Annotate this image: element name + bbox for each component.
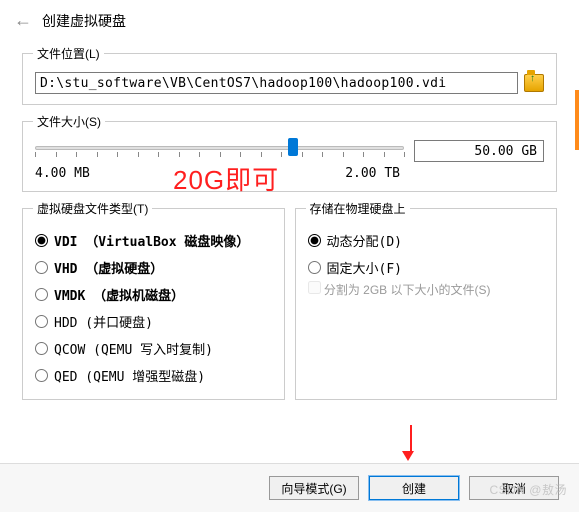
storage-label: 固定大小(F) xyxy=(327,258,402,277)
storage-radio[interactable] xyxy=(308,234,321,247)
split-label: 分割为 2GB 以下大小的文件(S) xyxy=(324,283,491,297)
back-arrow-icon[interactable]: ← xyxy=(14,10,32,31)
edge-highlight xyxy=(575,90,579,150)
disk-type-radio[interactable] xyxy=(35,342,48,355)
disk-type-group: 虚拟硬盘文件类型(T) VDI （VirtualBox 磁盘映像） VHD （虚拟… xyxy=(22,200,285,400)
storage-group: 存储在物理硬盘上 动态分配(D) 固定大小(F) 分割为 2GB 以下大小的文件(… xyxy=(295,200,558,400)
disk-type-label: VMDK （虚拟机磁盘） xyxy=(54,285,184,304)
size-max-label: 2.00 TB xyxy=(345,166,400,181)
disk-type-option[interactable]: VMDK （虚拟机磁盘） xyxy=(35,281,272,308)
disk-type-label: QED (QEMU 增强型磁盘) xyxy=(54,366,205,385)
disk-type-option[interactable]: QED (QEMU 增强型磁盘) xyxy=(35,362,272,389)
disk-type-label: VDI （VirtualBox 磁盘映像） xyxy=(54,231,249,250)
storage-radio[interactable] xyxy=(308,261,321,274)
disk-type-option[interactable]: HDD (并口硬盘) xyxy=(35,308,272,335)
disk-type-radio[interactable] xyxy=(35,234,48,247)
disk-type-label: HDD (并口硬盘) xyxy=(54,312,153,331)
disk-type-radio[interactable] xyxy=(35,288,48,301)
footer-bar: 向导模式(G) 创建 取消 xyxy=(0,463,579,512)
size-value-input[interactable] xyxy=(414,140,544,162)
disk-type-option[interactable]: VHD （虚拟硬盘） xyxy=(35,254,272,281)
disk-type-legend: 虚拟硬盘文件类型(T) xyxy=(33,200,152,217)
disk-type-option[interactable]: VDI （VirtualBox 磁盘映像） xyxy=(35,227,272,254)
size-min-label: 4.00 MB xyxy=(35,166,90,181)
file-size-legend: 文件大小(S) xyxy=(33,113,105,130)
disk-type-label: VHD （虚拟硬盘） xyxy=(54,258,163,277)
file-path-input[interactable] xyxy=(35,72,518,94)
red-arrow-annotation xyxy=(407,425,414,461)
size-slider[interactable] xyxy=(35,140,404,162)
file-location-group: 文件位置(L) xyxy=(22,45,557,105)
browse-folder-icon[interactable] xyxy=(524,74,544,92)
disk-type-label: QCOW (QEMU 写入时复制) xyxy=(54,339,213,358)
file-location-legend: 文件位置(L) xyxy=(33,45,104,62)
cancel-button[interactable]: 取消 xyxy=(469,476,559,500)
storage-label: 动态分配(D) xyxy=(327,231,402,250)
split-checkbox-row: 分割为 2GB 以下大小的文件(S) xyxy=(308,283,491,297)
create-button[interactable]: 创建 xyxy=(369,476,459,500)
storage-legend: 存储在物理硬盘上 xyxy=(306,200,410,217)
storage-option[interactable]: 固定大小(F) xyxy=(308,254,545,281)
split-checkbox xyxy=(308,281,321,294)
disk-type-radio[interactable] xyxy=(35,261,48,274)
disk-type-option[interactable]: QCOW (QEMU 写入时复制) xyxy=(35,335,272,362)
storage-option[interactable]: 动态分配(D) xyxy=(308,227,545,254)
disk-type-radio[interactable] xyxy=(35,369,48,382)
file-size-group: 文件大小(S) 4.00 MB 2.00 TB 20G即可 xyxy=(22,113,557,192)
disk-type-radio[interactable] xyxy=(35,315,48,328)
slider-thumb[interactable] xyxy=(288,138,298,156)
wizard-mode-button[interactable]: 向导模式(G) xyxy=(269,476,359,500)
page-title: 创建虚拟硬盘 xyxy=(42,11,126,31)
